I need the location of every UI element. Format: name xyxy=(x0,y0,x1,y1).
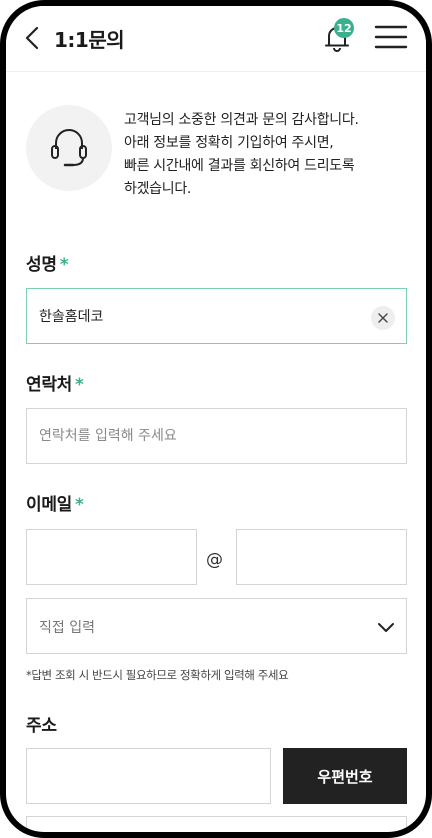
email-label-text: 이메일 xyxy=(26,495,73,515)
clear-name-button[interactable] xyxy=(371,306,395,330)
email-label: 이메일 * xyxy=(26,490,84,515)
required-mark: * xyxy=(59,255,69,275)
top-bar: 1:1문의 12 xyxy=(6,6,426,72)
at-sign: @ xyxy=(206,550,223,570)
support-avatar xyxy=(26,105,112,191)
zipcode-search-button[interactable]: 우편번호 xyxy=(283,748,407,804)
headset-icon xyxy=(51,129,87,167)
back-button[interactable] xyxy=(22,24,44,52)
intro-line: 하겠습니다. xyxy=(124,181,192,197)
required-mark: * xyxy=(75,375,84,395)
device-frame: 1:1문의 12 고객님의 소중한 의견과 문의 감사합니다. 아래 정보를 정… xyxy=(0,0,432,838)
chevron-down-icon xyxy=(378,623,394,632)
intro-line: 고객님의 소중한 의견과 문의 감사합니다. xyxy=(124,112,359,128)
email-domain-select-value: 직접 입력 xyxy=(39,620,95,636)
phone-label-text: 연락처 xyxy=(26,375,73,395)
phone-label: 연락처 * xyxy=(26,370,84,395)
hamburger-menu-icon xyxy=(374,25,408,49)
email-local-input[interactable] xyxy=(26,529,197,585)
back-arrow-icon xyxy=(25,26,39,50)
email-hint: *답변 조회 시 반드시 필요하므로 정확하게 입력해 주세요 xyxy=(26,668,289,682)
email-domain-input[interactable] xyxy=(236,529,407,585)
screen: 1:1문의 12 고객님의 소중한 의견과 문의 감사합니다. 아래 정보를 정… xyxy=(6,6,426,832)
clear-icon xyxy=(378,313,388,323)
name-label-text: 성명 xyxy=(26,255,57,275)
address-label: 주소 xyxy=(26,716,57,736)
menu-button[interactable] xyxy=(374,23,408,51)
page-title: 1:1문의 xyxy=(54,28,125,52)
phone-input[interactable] xyxy=(26,408,407,464)
intro-message: 고객님의 소중한 의견과 문의 감사합니다. 아래 정보를 정확히 기입하여 주… xyxy=(124,109,414,201)
intro-line: 아래 정보를 정확히 기입하여 주시면, xyxy=(124,135,334,151)
zipcode-input[interactable] xyxy=(26,748,271,804)
name-label: 성명 * xyxy=(26,250,69,275)
intro-line: 빠른 시간내에 결과를 회신하여 드리도록 xyxy=(124,158,355,174)
email-domain-select[interactable]: 직접 입력 xyxy=(26,598,407,654)
required-mark: * xyxy=(75,495,84,515)
address-detail-input[interactable] xyxy=(26,816,407,832)
name-input[interactable] xyxy=(26,288,407,344)
notification-badge: 12 xyxy=(334,18,354,38)
